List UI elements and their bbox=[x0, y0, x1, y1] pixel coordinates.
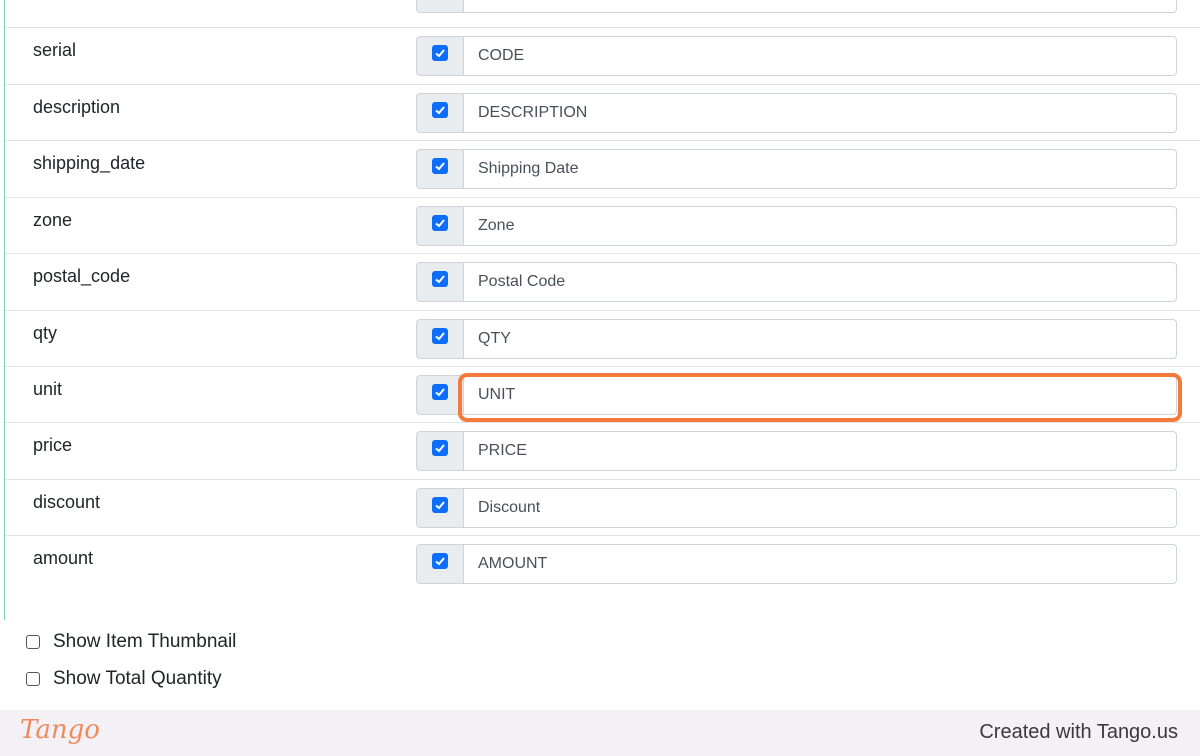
field-enabled-addon bbox=[416, 149, 463, 189]
checkmark-icon bbox=[435, 106, 445, 115]
field-label-input[interactable]: AMOUNT bbox=[463, 544, 1177, 584]
field-input-group: UNIT bbox=[416, 375, 1177, 415]
field-enabled-addon bbox=[416, 431, 463, 471]
checkmark-icon bbox=[435, 275, 445, 284]
field-enabled-checkbox[interactable] bbox=[432, 271, 448, 287]
field-label-input[interactable]: DESCRIPTION bbox=[463, 93, 1177, 133]
field-label-input[interactable]: Shipping Date bbox=[463, 149, 1177, 189]
field-key: discount bbox=[33, 492, 101, 512]
field-input-group: QTY bbox=[416, 319, 1177, 359]
show-item-thumbnail-checkbox[interactable] bbox=[26, 635, 40, 649]
field-key: serial bbox=[33, 40, 77, 60]
field-key: postal_code bbox=[33, 266, 131, 286]
field-input-group: PRICE bbox=[416, 431, 1177, 471]
field-label-input[interactable]: Postal Code bbox=[463, 262, 1177, 302]
field-enabled-checkbox[interactable] bbox=[432, 440, 448, 456]
field-label-input[interactable]: Zone bbox=[463, 206, 1177, 246]
field-label-input[interactable]: CODE bbox=[463, 36, 1177, 76]
field-enabled-addon bbox=[416, 93, 463, 133]
tango-footer: Tango Created with Tango.us bbox=[0, 710, 1200, 756]
field-input-group: TAX bbox=[416, 0, 1177, 13]
field-row-unit: unit UNIT bbox=[5, 366, 1200, 422]
field-input-group: Postal Code bbox=[416, 262, 1177, 302]
checkmark-icon bbox=[435, 388, 445, 397]
tango-credit: Created with Tango.us bbox=[979, 721, 1178, 743]
checkmark-icon bbox=[435, 557, 445, 566]
field-row-description: description DESCRIPTION bbox=[5, 84, 1200, 140]
field-key: shipping_date bbox=[33, 153, 146, 173]
field-row-tax: TAX bbox=[5, 0, 1200, 20]
field-enabled-checkbox[interactable] bbox=[432, 102, 448, 118]
field-row-shipping-date: shipping_date Shipping Date bbox=[5, 140, 1200, 196]
field-label-input[interactable]: PRICE bbox=[463, 431, 1177, 471]
field-row-price: price PRICE bbox=[5, 422, 1200, 478]
checkmark-icon bbox=[435, 219, 445, 228]
field-enabled-addon bbox=[416, 36, 463, 76]
field-key: price bbox=[33, 435, 73, 455]
field-enabled-addon bbox=[416, 262, 463, 302]
field-enabled-checkbox[interactable] bbox=[432, 45, 448, 61]
field-enabled-checkbox[interactable] bbox=[432, 497, 448, 513]
field-enabled-addon bbox=[416, 375, 463, 415]
field-key: zone bbox=[33, 210, 73, 230]
tango-logo: Tango bbox=[20, 715, 100, 745]
field-row-serial: serial CODE bbox=[5, 27, 1200, 83]
field-row-discount: discount Discount bbox=[5, 479, 1200, 535]
field-label-input[interactable]: TAX bbox=[463, 0, 1177, 13]
checkmark-icon bbox=[435, 49, 445, 58]
show-item-thumbnail-label: Show Item Thumbnail bbox=[53, 631, 237, 652]
show-total-quantity-option[interactable]: Show Total Quantity bbox=[26, 668, 222, 690]
checkmark-icon bbox=[435, 501, 445, 510]
field-enabled-addon bbox=[416, 0, 463, 13]
field-enabled-checkbox[interactable] bbox=[432, 215, 448, 231]
field-enabled-checkbox[interactable] bbox=[432, 328, 448, 344]
field-row-amount: amount AMOUNT bbox=[5, 535, 1200, 591]
field-row-zone: zone Zone bbox=[5, 197, 1200, 253]
field-enabled-checkbox[interactable] bbox=[432, 158, 448, 174]
field-key: unit bbox=[33, 379, 63, 399]
field-input-group: Discount bbox=[416, 488, 1177, 528]
field-enabled-addon bbox=[416, 488, 463, 528]
field-key: description bbox=[33, 97, 121, 117]
field-label-input[interactable]: Discount bbox=[463, 488, 1177, 528]
field-input-group: DESCRIPTION bbox=[416, 93, 1177, 133]
field-input-group: Zone bbox=[416, 206, 1177, 246]
field-input-group: AMOUNT bbox=[416, 544, 1177, 584]
field-input-group: Shipping Date bbox=[416, 149, 1177, 189]
field-label-input[interactable]: QTY bbox=[463, 319, 1177, 359]
show-total-quantity-label: Show Total Quantity bbox=[53, 668, 222, 689]
field-label-input[interactable]: UNIT bbox=[463, 375, 1177, 415]
checkmark-icon bbox=[435, 444, 445, 453]
checkmark-icon bbox=[435, 162, 445, 171]
field-settings-panel: TAX serial CODE description DESCRIPTION … bbox=[0, 0, 1200, 710]
field-row-qty: qty QTY bbox=[5, 310, 1200, 366]
show-total-quantity-checkbox[interactable] bbox=[26, 672, 40, 686]
field-row-postal-code: postal_code Postal Code bbox=[5, 253, 1200, 309]
checkmark-icon bbox=[435, 332, 445, 341]
field-enabled-addon bbox=[416, 544, 463, 584]
field-key: qty bbox=[33, 323, 58, 343]
field-enabled-addon bbox=[416, 206, 463, 246]
show-item-thumbnail-option[interactable]: Show Item Thumbnail bbox=[26, 631, 236, 653]
field-input-group: CODE bbox=[416, 36, 1177, 76]
field-enabled-checkbox[interactable] bbox=[432, 553, 448, 569]
field-enabled-checkbox[interactable] bbox=[432, 384, 448, 400]
field-enabled-addon bbox=[416, 319, 463, 359]
field-key: amount bbox=[33, 548, 94, 568]
